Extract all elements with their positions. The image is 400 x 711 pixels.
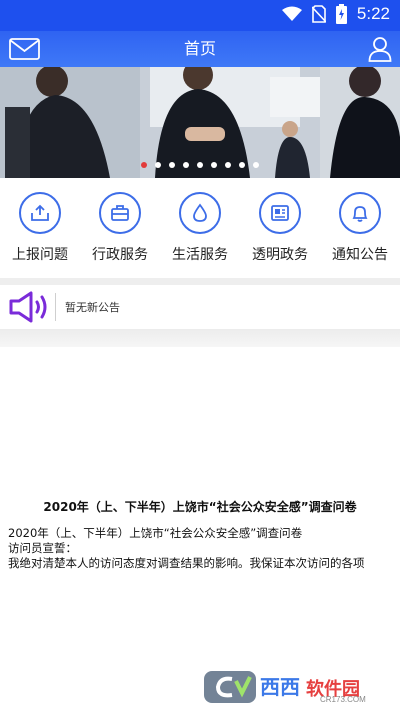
service-transparent-affairs[interactable]: 透明政务 bbox=[240, 178, 320, 278]
upload-tray-icon bbox=[31, 204, 49, 221]
article-paragraph: 2020年（上、下半年）上饶市“社会公众安全感”调查问卷 bbox=[8, 526, 303, 540]
user-profile-icon[interactable] bbox=[368, 36, 392, 62]
announcement-bar[interactable]: 暂无新公告 bbox=[0, 285, 400, 329]
service-label: 通知公告 bbox=[332, 247, 388, 263]
water-drop-icon bbox=[193, 203, 207, 222]
carousel-dot[interactable] bbox=[225, 162, 231, 168]
watermark-logo-icon bbox=[204, 671, 256, 703]
watermark-brand: 西西 bbox=[260, 675, 300, 699]
service-label: 生活服务 bbox=[172, 247, 228, 263]
service-grid: 上报问题 行政服务 生活服务 透明政务 通知公告 bbox=[0, 178, 400, 278]
service-announcements[interactable]: 通知公告 bbox=[320, 178, 400, 278]
article-content: 2020年（上、下半年）上饶市“社会公众安全感”调查问卷 2020年（上、下半年… bbox=[0, 347, 400, 711]
carousel-dot[interactable] bbox=[197, 162, 203, 168]
watermark-domain: CR173.COM bbox=[320, 695, 366, 704]
carousel-dot[interactable] bbox=[141, 162, 147, 168]
article-paragraph: 访问员宣誓： bbox=[8, 541, 77, 555]
service-label: 透明政务 bbox=[252, 247, 308, 263]
briefcase-icon bbox=[111, 205, 129, 221]
carousel-dot[interactable] bbox=[169, 162, 175, 168]
carousel-dot[interactable] bbox=[253, 162, 259, 168]
clock-time: 5:22 bbox=[356, 4, 390, 23]
article-title[interactable]: 2020年（上、下半年）上饶市“社会公众安全感”调查问卷 bbox=[0, 498, 400, 515]
page-title: 首页 bbox=[183, 39, 216, 58]
status-bar: 5:22 bbox=[0, 0, 400, 31]
service-administrative[interactable]: 行政服务 bbox=[80, 178, 160, 278]
site-watermark: 西西 软件园 CR173.COM bbox=[202, 669, 382, 705]
app-bar: 首页 bbox=[0, 31, 400, 67]
section-divider bbox=[0, 329, 400, 347]
carousel-dot[interactable] bbox=[239, 162, 245, 168]
service-report-issue[interactable]: 上报问题 bbox=[0, 178, 80, 278]
wifi-icon bbox=[281, 6, 302, 21]
service-living[interactable]: 生活服务 bbox=[160, 178, 240, 278]
section-divider bbox=[0, 278, 400, 285]
bell-icon bbox=[352, 206, 368, 222]
announcement-text: 暂无新公告 bbox=[65, 301, 120, 314]
service-label: 上报问题 bbox=[12, 247, 68, 263]
no-sim-icon bbox=[311, 5, 326, 23]
service-label: 行政服务 bbox=[92, 247, 148, 263]
news-card-icon bbox=[271, 205, 289, 221]
speaker-icon bbox=[9, 291, 47, 323]
carousel-dot[interactable] bbox=[211, 162, 217, 168]
article-paragraph: 我绝对清楚本人的访问态度对调查结果的影响。我保证本次访问的各项 bbox=[8, 556, 365, 570]
divider bbox=[55, 293, 56, 321]
carousel-dot[interactable] bbox=[155, 162, 161, 168]
battery-charging-icon bbox=[335, 4, 347, 24]
carousel-indicators bbox=[0, 162, 400, 168]
banner-carousel[interactable] bbox=[0, 67, 400, 178]
carousel-dot[interactable] bbox=[183, 162, 189, 168]
